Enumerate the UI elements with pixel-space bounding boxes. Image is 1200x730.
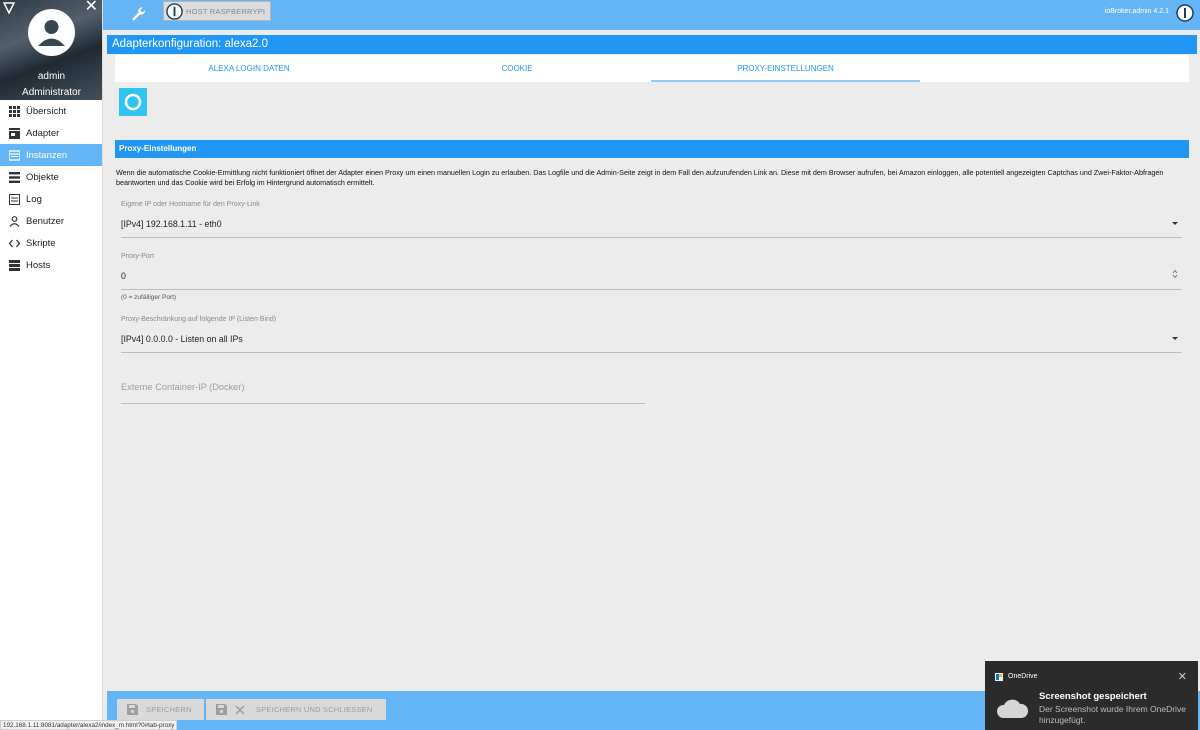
docker-ip-input[interactable]: Externe Container-IP (Docker) xyxy=(121,382,645,405)
notification-title: Screenshot gespeichert xyxy=(1039,691,1147,702)
close-icon xyxy=(235,704,245,715)
host-button[interactable]: HOST RASPBERRYPI xyxy=(163,1,271,21)
listen-bind-select[interactable]: Proxy-Beschränkung auf folgende IP (List… xyxy=(121,316,1182,353)
user-role: Administrator xyxy=(22,87,81,98)
sidebar-nav: Übersicht Adapter Instanzen Objekte Log xyxy=(0,100,102,276)
list-icon xyxy=(9,171,20,183)
notification-body: Der Screenshot wurde Ihrem OneDrive hinz… xyxy=(1039,704,1186,725)
proxy-port-input[interactable]: Proxy-Port 0 xyxy=(121,253,1182,290)
sidebar-item-label: Objekte xyxy=(26,171,59,183)
sidebar-header: ✕ admin Administrator xyxy=(0,0,102,100)
sidebar-item-overview[interactable]: Übersicht xyxy=(0,100,102,122)
sidebar-item-objects[interactable]: Objekte xyxy=(0,166,102,188)
sidebar-item-hosts[interactable]: Hosts xyxy=(0,254,102,276)
close-icon[interactable]: ✕ xyxy=(85,0,98,15)
avatar xyxy=(28,9,75,56)
cloud-icon xyxy=(996,699,1029,718)
sidebar-item-label: Hosts xyxy=(26,259,51,271)
save-button[interactable]: SPEICHERN xyxy=(117,699,204,720)
field-underline xyxy=(121,403,645,404)
version-label: ioBroker.admin 4.2.1 xyxy=(1104,8,1169,15)
section-title: Proxy-Einstellungen xyxy=(115,140,1189,158)
proxy-port-value: 0 xyxy=(121,271,126,281)
listen-bind-label: Proxy-Beschränkung auf folgende IP (List… xyxy=(121,316,277,323)
field-underline xyxy=(121,352,1182,353)
sidebar-item-label: Adapter xyxy=(26,127,60,139)
top-bar: HOST RASPBERRYPI ioBroker.admin 4.2.1 xyxy=(103,0,1200,30)
sidebar-item-users[interactable]: Benutzer xyxy=(0,210,102,232)
dropdown-arrow-icon xyxy=(1172,337,1178,340)
sidebar-item-label: Übersicht xyxy=(26,105,67,117)
user-name: admin xyxy=(37,71,66,82)
tab-bar: ALEXA LOGIN DATEN COOKIE PROXY-EINSTELLU… xyxy=(115,55,1189,82)
dropdown-arrow-icon xyxy=(1172,222,1178,225)
onedrive-notification[interactable]: OneDrive ✕ Screenshot gespeichert Der Sc… xyxy=(985,661,1198,730)
field-underline xyxy=(121,289,1182,290)
sidebar-item-label: Instanzen xyxy=(26,149,68,161)
sidebar: ✕ admin Administrator Übersicht Adapter xyxy=(0,0,103,730)
own-ip-select[interactable]: Eigene IP oder Hostname für den Proxy-Li… xyxy=(121,201,1182,238)
user-avatar-icon xyxy=(38,20,65,46)
sidebar-item-log[interactable]: Log xyxy=(0,188,102,210)
user-icon xyxy=(9,215,20,227)
close-icon[interactable]: ✕ xyxy=(1178,670,1187,683)
save-label: SPEICHERN xyxy=(146,705,192,714)
alexa-ring-icon xyxy=(124,93,142,111)
floppy-icon xyxy=(127,704,138,715)
iobroker-logo-icon xyxy=(166,2,183,20)
log-icon xyxy=(9,193,20,205)
listen-bind-value: [IPv4] 0.0.0.0 - Listen on all IPs xyxy=(121,334,243,344)
page-title: Adapterkonfiguration: alexa2.0 xyxy=(107,35,1197,54)
own-ip-value: [IPv4] 192.168.1.11 - eth0 xyxy=(121,219,222,229)
hosts-icon xyxy=(9,259,20,271)
notification-app-name: OneDrive xyxy=(1008,673,1038,680)
host-label: HOST RASPBERRYPI xyxy=(186,6,266,16)
wrench-icon[interactable] xyxy=(131,6,147,22)
sidebar-item-adapter[interactable]: Adapter xyxy=(0,122,102,144)
sidebar-item-label: Skripte xyxy=(26,237,56,249)
grid-icon xyxy=(9,105,20,117)
iobroker-triangle-icon xyxy=(3,2,15,14)
sidebar-item-instances[interactable]: Instanzen xyxy=(0,144,102,166)
tab-cookie[interactable]: COOKIE xyxy=(383,55,651,82)
status-url: 192.168.1.11:8081/adapter/alexa2/index_m… xyxy=(0,720,178,730)
instances-icon xyxy=(9,149,20,161)
tab-alexa-login[interactable]: ALEXA LOGIN DATEN xyxy=(115,55,383,82)
spinner-icon[interactable] xyxy=(1172,269,1178,279)
section-description: Wenn die automatische Cookie-Ermittlung … xyxy=(116,168,1164,187)
floppy-icon xyxy=(216,704,227,715)
field-underline xyxy=(121,237,1182,238)
store-icon xyxy=(9,127,20,139)
code-icon xyxy=(9,238,20,249)
sidebar-item-scripts[interactable]: Skripte xyxy=(0,232,102,254)
iobroker-logo-icon xyxy=(1176,4,1194,22)
save-close-button[interactable]: SPEICHERN UND SCHLIESSEN xyxy=(206,699,386,720)
sidebar-item-label: Benutzer xyxy=(26,215,65,227)
docker-ip-placeholder: Externe Container-IP (Docker) xyxy=(121,382,245,392)
onedrive-app-icon xyxy=(995,673,1003,681)
sidebar-item-label: Log xyxy=(26,193,42,205)
own-ip-label: Eigene IP oder Hostname für den Proxy-Li… xyxy=(121,201,260,208)
alexa-logo xyxy=(119,88,147,116)
tab-proxy-settings[interactable]: PROXY-EINSTELLUNGEN xyxy=(651,55,920,82)
proxy-port-label: Proxy-Port xyxy=(121,253,155,260)
proxy-port-helper: (0 = zufälliger Port) xyxy=(121,294,177,301)
save-close-label: SPEICHERN UND SCHLIESSEN xyxy=(256,705,373,714)
